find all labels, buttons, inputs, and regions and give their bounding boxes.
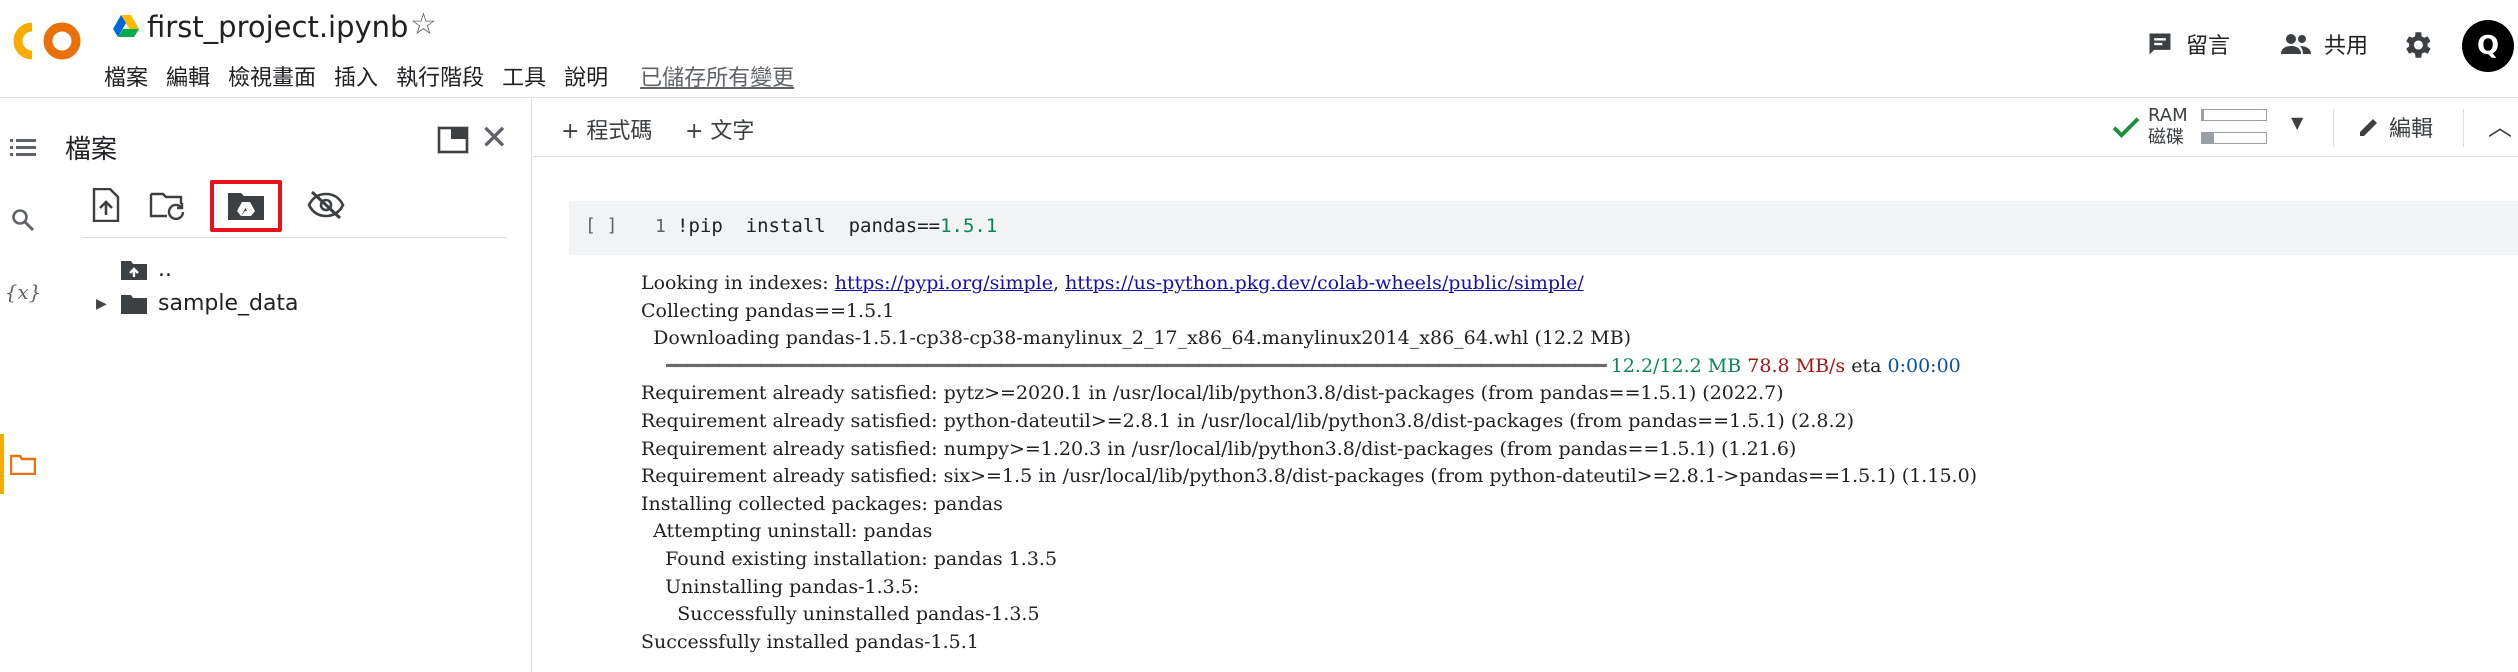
output-line: Uninstalling pandas-1.3.5: — [641, 575, 920, 598]
menu-view[interactable]: 檢視畫面 — [228, 60, 326, 94]
gear-icon[interactable] — [2400, 28, 2434, 62]
output-line: Requirement already satisfied: pytz>=202… — [641, 382, 1784, 405]
output-line: Looking in indexes: https://pypi.org/sim… — [641, 270, 1977, 298]
comment-label: 留言 — [2186, 34, 2231, 59]
folder-up-icon — [121, 260, 147, 280]
folder-icon — [121, 294, 147, 314]
progress-speed: 78.8 MB/s — [1747, 354, 1846, 377]
toolbar-separator — [2333, 109, 2334, 147]
disk-usage-bar — [2201, 132, 2267, 144]
upload-icon — [92, 188, 120, 222]
toolbar-separator — [2463, 109, 2464, 147]
menu-bar: 檔案 編輯 檢視畫面 插入 執行階段 工具 說明 已儲存所有變更 — [104, 60, 812, 94]
google-drive-icon[interactable] — [112, 14, 140, 38]
ram-usage-bar — [2201, 109, 2267, 121]
code-editor[interactable]: !pip install pandas==1.5.1 — [677, 215, 997, 237]
tree-item-label: sample_data — [158, 291, 299, 316]
output-text: , — [1052, 272, 1066, 294]
progress-bar: ━━━━━━━━━━━━━━━━━━━━━━━━━━━━━━━━━━━━━━━━… — [641, 354, 1611, 377]
index-link-colab-wheels[interactable]: https://us-python.pkg.dev/colab-wheels/p… — [1065, 272, 1584, 294]
tree-item-sample-data[interactable]: ▶ sample_data — [96, 291, 299, 316]
output-line: Successfully uninstalled pandas-1.3.5 — [641, 603, 1040, 626]
toggle-hidden-files-button[interactable] — [302, 181, 350, 229]
download-progress-line: ━━━━━━━━━━━━━━━━━━━━━━━━━━━━━━━━━━━━━━━━… — [641, 353, 1977, 381]
comment-icon — [2149, 33, 2171, 55]
output-line: Requirement already satisfied: six>=1.5 … — [641, 465, 1978, 488]
share-label: 共用 — [2324, 34, 2369, 59]
add-text-cell-button[interactable]: + 文字 — [685, 113, 754, 145]
run-cell-button[interactable]: [ ] — [585, 215, 618, 236]
eye-off-icon — [307, 190, 345, 220]
menu-insert[interactable]: 插入 — [334, 60, 388, 94]
edit-label: 編輯 — [2389, 117, 2434, 142]
expand-chevron-icon[interactable]: ▶ — [96, 296, 110, 312]
comment-button[interactable]: 留言 — [2146, 28, 2230, 60]
menu-help[interactable]: 說明 — [564, 60, 618, 94]
runtime-dropdown-icon[interactable]: ▼ — [2291, 113, 2303, 132]
disk-label: 磁碟 — [2148, 127, 2184, 148]
notebook-title[interactable]: first_project.ipynb — [147, 10, 408, 44]
add-code-cell-button[interactable]: + 程式碼 — [561, 113, 652, 145]
output-line: Requirement already satisfied: python-da… — [641, 409, 1855, 432]
progress-size: 12.2/12.2 MB — [1610, 354, 1742, 377]
output-line: Successfully installed pandas-1.5.1 — [641, 630, 979, 653]
pencil-icon — [2360, 119, 2377, 136]
output-line: Downloading pandas-1.5.1-cp38-cp38-manyl… — [641, 327, 1632, 350]
line-number: 1 — [655, 216, 666, 237]
cell-output: Looking in indexes: https://pypi.org/sim… — [641, 270, 1977, 656]
left-icon-rail: {x} — [0, 99, 50, 672]
open-in-tab-icon[interactable] — [437, 125, 469, 155]
files-folder-icon[interactable] — [8, 449, 38, 479]
ram-usage-fill — [2202, 110, 2204, 120]
output-text: Looking in indexes: — [641, 272, 835, 294]
table-of-contents-icon[interactable] — [8, 133, 38, 163]
refresh-files-button[interactable] — [144, 181, 192, 229]
edit-mode-button[interactable]: 編輯 — [2357, 111, 2433, 143]
connected-check-icon — [2112, 117, 2140, 139]
toolbar-divider — [82, 237, 507, 238]
close-panel-icon[interactable]: ✕ — [480, 121, 509, 155]
star-icon[interactable]: ☆ — [410, 10, 437, 40]
ram-label: RAM — [2148, 105, 2188, 126]
output-line: Collecting pandas==1.5.1 — [641, 299, 895, 322]
code-text: !pip install pandas== — [677, 215, 941, 237]
progress-eta: 0:00:00 — [1887, 354, 1961, 377]
people-icon — [2281, 34, 2311, 54]
mount-drive-button[interactable] — [210, 180, 282, 232]
code-version: 1.5.1 — [940, 215, 998, 237]
variables-icon[interactable]: {x} — [5, 277, 42, 307]
code-cell[interactable]: [ ] 1 !pip install pandas==1.5.1 — [569, 201, 2518, 255]
menu-tools[interactable]: 工具 — [502, 60, 556, 94]
colab-logo[interactable] — [10, 17, 86, 65]
output-line: Found existing installation: pandas 1.3.… — [641, 547, 1058, 570]
files-toolbar — [82, 180, 522, 233]
menu-edit[interactable]: 編輯 — [166, 60, 220, 94]
menu-file[interactable]: 檔案 — [104, 60, 158, 94]
folder-refresh-icon — [149, 192, 185, 220]
app-header: first_project.ipynb ☆ 檔案 編輯 檢視畫面 插入 執行階段… — [0, 0, 2518, 98]
tree-item-label: .. — [158, 257, 172, 282]
index-link-pypi[interactable]: https://pypi.org/simple — [835, 272, 1053, 294]
tree-item-parent[interactable]: .. — [96, 257, 172, 282]
output-line: Attempting uninstall: pandas — [641, 520, 933, 543]
account-avatar[interactable]: Q — [2462, 20, 2514, 72]
save-status-link[interactable]: 已儲存所有變更 — [640, 60, 804, 94]
files-panel-title: 檔案 — [65, 135, 118, 165]
output-line: Installing collected packages: pandas — [641, 492, 1003, 515]
files-panel: 檔案 ✕ .. ▶ sample_data — [52, 99, 532, 672]
menu-runtime[interactable]: 執行階段 — [396, 60, 494, 94]
resource-labels[interactable]: RAM 磁碟 — [2148, 105, 2188, 149]
drive-folder-icon — [228, 193, 264, 220]
search-icon[interactable] — [8, 205, 38, 235]
active-tab-indicator — [0, 434, 4, 494]
progress-eta-label: eta — [1851, 354, 1882, 377]
collapse-header-icon[interactable]: ︿ — [2488, 107, 2512, 142]
output-line: Requirement already satisfied: numpy>=1.… — [641, 437, 1797, 460]
notebook-toolbar: + 程式碼 + 文字 RAM 磁碟 ▼ 編輯 ︿ — [533, 99, 2518, 157]
share-button[interactable]: 共用 — [2280, 28, 2368, 60]
disk-usage-fill — [2202, 133, 2214, 143]
upload-file-button[interactable] — [82, 181, 130, 229]
